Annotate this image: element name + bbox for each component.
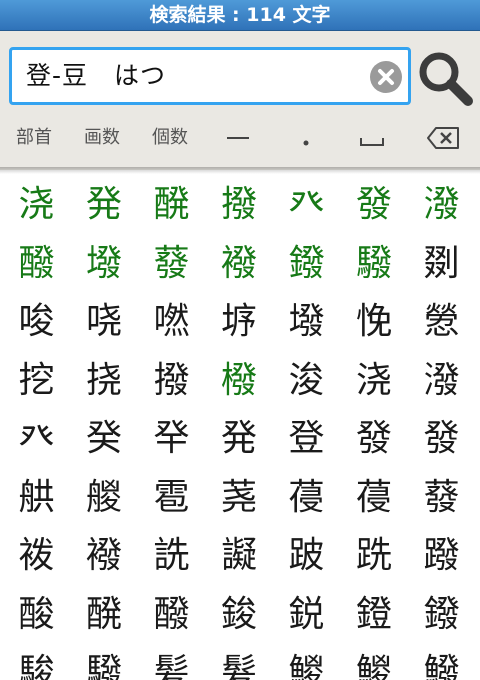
kanji-result-cell[interactable]: 荛 bbox=[206, 469, 273, 527]
kanji-result-cell[interactable]: 鯼 bbox=[341, 644, 408, 680]
backspace-icon bbox=[427, 127, 459, 149]
kanji-result-cell[interactable]: 墢 bbox=[273, 293, 340, 351]
kanji-result-cell[interactable]: 剟 bbox=[408, 235, 475, 293]
app-window: 検索結果 : 114 文字 登-豆 はつ 部首 画数 個数 浇 発 醗 撥 癶 … bbox=[0, 0, 480, 680]
kanji-result-cell[interactable]: 鐙 bbox=[341, 586, 408, 644]
kanji-result-cell[interactable]: 葠 bbox=[273, 469, 340, 527]
kanji-result-cell[interactable]: 發 bbox=[408, 410, 475, 468]
title-bar: 検索結果 : 114 文字 bbox=[0, 0, 480, 31]
kanji-result-cell[interactable]: 癶 bbox=[3, 410, 70, 468]
kanji-result-cell[interactable]: 葠 bbox=[341, 469, 408, 527]
kanji-result-cell[interactable]: 譺 bbox=[206, 527, 273, 585]
kanji-result-cell[interactable]: 醱 bbox=[138, 586, 205, 644]
result-count-title: 検索結果 : 114 文字 bbox=[149, 4, 331, 26]
radical-filter-button[interactable]: 部首 bbox=[12, 121, 56, 155]
space-button[interactable] bbox=[352, 121, 392, 155]
kanji-result-cell[interactable]: 蕟 bbox=[408, 469, 475, 527]
kanji-result-cell[interactable]: 唆 bbox=[3, 293, 70, 351]
kanji-result-cell[interactable]: 癷 bbox=[138, 410, 205, 468]
clear-button[interactable] bbox=[370, 61, 402, 93]
horizontal-line-button[interactable] bbox=[218, 121, 258, 155]
kanji-result-grid: 浇発醗撥癶發潑醱墢蕟襏鏺驋剟唆哓嘫垿墢悗憥挖挠撥橃浚浇潑癶癸癷発登發發舼艐雹荛葠… bbox=[0, 170, 480, 680]
kanji-result-cell[interactable]: 蕟 bbox=[138, 235, 205, 293]
search-button[interactable] bbox=[415, 48, 475, 108]
component-count-filter-button[interactable]: 個数 bbox=[148, 121, 192, 155]
search-query-text[interactable]: 登-豆 はつ bbox=[26, 50, 166, 102]
kanji-result-cell[interactable]: 醗 bbox=[71, 586, 138, 644]
kanji-result-cell[interactable]: 哓 bbox=[71, 293, 138, 351]
kanji-result-cell[interactable]: 驋 bbox=[71, 644, 138, 680]
stroke-count-filter-button[interactable]: 画数 bbox=[80, 121, 124, 155]
horizontal-line-icon bbox=[227, 137, 249, 139]
kanji-result-cell[interactable]: 挠 bbox=[71, 352, 138, 410]
kanji-result-cell[interactable]: 潑 bbox=[408, 352, 475, 410]
kanji-result-cell[interactable]: 癶 bbox=[273, 176, 340, 234]
kanji-result-cell[interactable]: 癸 bbox=[71, 410, 138, 468]
kanji-result-cell[interactable]: 鱍 bbox=[408, 644, 475, 680]
kanji-result-cell[interactable]: 雹 bbox=[138, 469, 205, 527]
dot-button[interactable] bbox=[286, 121, 326, 155]
kanji-result-cell[interactable]: 垿 bbox=[206, 293, 273, 351]
kanji-result-cell[interactable]: 駿 bbox=[3, 644, 70, 680]
clear-circle-x-icon bbox=[378, 69, 394, 85]
kanji-result-cell[interactable]: 襏 bbox=[206, 235, 273, 293]
kanji-result-cell[interactable]: 浇 bbox=[341, 352, 408, 410]
kanji-result-cell[interactable]: 嘫 bbox=[138, 293, 205, 351]
kanji-result-cell[interactable]: 撥 bbox=[206, 176, 273, 234]
magnifier-icon bbox=[419, 52, 473, 106]
search-panel: 登-豆 はつ 部首 画数 個数 bbox=[0, 31, 480, 170]
filter-toolbar: 部首 画数 個数 bbox=[0, 121, 480, 155]
kanji-result-cell[interactable]: 発 bbox=[71, 176, 138, 234]
kanji-result-cell[interactable]: 撥 bbox=[138, 352, 205, 410]
search-input[interactable]: 登-豆 はつ bbox=[9, 47, 411, 105]
kanji-result-cell[interactable]: 登 bbox=[273, 410, 340, 468]
kanji-result-cell[interactable]: 跣 bbox=[341, 527, 408, 585]
kanji-result-cell[interactable]: 驋 bbox=[341, 235, 408, 293]
kanji-result-cell[interactable]: 艐 bbox=[71, 469, 138, 527]
kanji-result-cell[interactable]: 悗 bbox=[341, 293, 408, 351]
kanji-result-cell[interactable]: 浚 bbox=[273, 352, 340, 410]
kanji-result-cell[interactable]: 浇 bbox=[3, 176, 70, 234]
kanji-result-cell[interactable]: 襏 bbox=[71, 527, 138, 585]
kanji-result-cell[interactable]: 墢 bbox=[71, 235, 138, 293]
kanji-result-cell[interactable]: 憥 bbox=[408, 293, 475, 351]
kanji-result-cell[interactable]: 酸 bbox=[3, 586, 70, 644]
kanji-result-cell[interactable]: 袯 bbox=[3, 527, 70, 585]
kanji-result-cell[interactable]: 鏺 bbox=[273, 235, 340, 293]
kanji-result-cell[interactable]: 跛 bbox=[273, 527, 340, 585]
kanji-result-cell[interactable]: 鯼 bbox=[273, 644, 340, 680]
kanji-result-cell[interactable]: 潑 bbox=[408, 176, 475, 234]
kanji-result-cell[interactable]: 蹳 bbox=[408, 527, 475, 585]
kanji-result-cell[interactable]: 鏺 bbox=[408, 586, 475, 644]
kanji-result-cell[interactable]: 發 bbox=[341, 176, 408, 234]
backspace-button[interactable] bbox=[424, 121, 464, 155]
kanji-result-cell[interactable]: 挖 bbox=[3, 352, 70, 410]
kanji-result-cell[interactable]: 發 bbox=[341, 410, 408, 468]
kanji-result-cell[interactable]: 髪 bbox=[138, 644, 205, 680]
kanji-result-cell[interactable]: 詵 bbox=[138, 527, 205, 585]
dot-icon bbox=[303, 140, 309, 146]
kanji-result-cell[interactable]: 鋑 bbox=[206, 586, 273, 644]
kanji-result-cell[interactable]: 醱 bbox=[3, 235, 70, 293]
space-bracket-icon bbox=[360, 138, 384, 146]
kanji-result-cell[interactable]: 舼 bbox=[3, 469, 70, 527]
kanji-result-cell[interactable]: 鋭 bbox=[273, 586, 340, 644]
kanji-result-cell[interactable]: 醗 bbox=[138, 176, 205, 234]
kanji-result-cell[interactable]: 橃 bbox=[206, 352, 273, 410]
kanji-result-cell[interactable]: 発 bbox=[206, 410, 273, 468]
kanji-result-cell[interactable]: 髮 bbox=[206, 644, 273, 680]
